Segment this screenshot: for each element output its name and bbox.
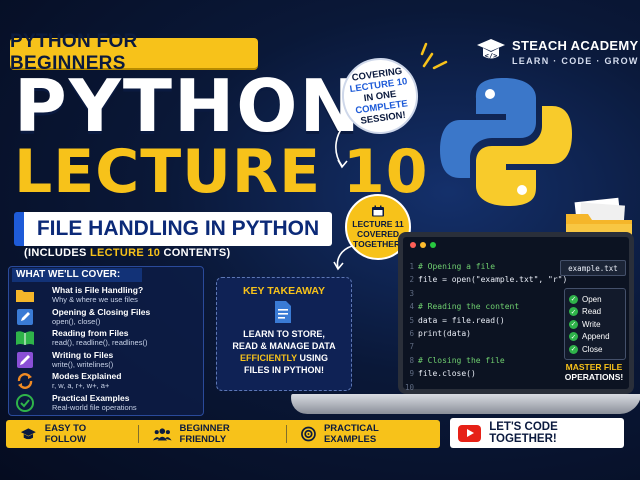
lecture-number: LECTURE 10 [14,137,429,207]
includes-note: (INCLUDES LECTURE 10 CONTENTS) [24,247,231,259]
pencil-icon [14,351,36,369]
takeaway-title: KEY TAKEAWAY [242,285,326,297]
line-number: 1 [409,262,414,271]
code-line: file = open("example.txt", "r") [418,275,568,285]
target-icon [301,426,316,442]
cover-item-title: Reading from Files [52,328,129,338]
file-tab: example.txt [560,260,626,276]
operation-item: ✓ Open [569,294,602,304]
line-number: 9 [409,369,414,379]
operation-item: ✓ Close [569,344,603,354]
cover-item-desc: Why & where we use files [52,295,138,304]
line-number: 7 [409,342,414,352]
cover-item-desc: read(), readline(), readlines() [52,338,148,347]
maximize-dot [430,242,436,248]
code-editor: # Opening a file file = open("example.txt… [418,260,567,394]
operation-item: ✓ Write [569,319,601,329]
laptop-base [288,394,640,414]
edit-icon [14,308,36,326]
cover-item-title: Opening & Closing Files [52,306,151,317]
line-number: 3 [409,288,414,298]
code-line: data = file.read() [418,315,505,325]
cover-item: Opening & Closing Files open(), close() [14,307,200,328]
arrow-decoration [335,119,351,169]
cover-item: Reading from Files read(), readline(), re… [14,328,200,349]
cover-item: Practical Examples Real-world file operat… [14,393,200,414]
line-number: 4 [409,302,414,312]
operations-list: ✓ Open ✓ Read ✓ Write ✓ Append ✓ Close [564,288,626,360]
operation-item: ✓ Append [569,332,610,342]
code-line: # Closing the file [418,355,505,365]
line-number: 10 [404,382,414,392]
line-number: 6 [409,329,414,339]
window-controls [410,242,436,248]
cover-item-title: Writing to Files [52,349,114,360]
master-caption: MASTER FILE OPERATIONS! [564,362,624,382]
topic-banner: FILE HANDLING IN PYTHON [14,212,332,246]
feature-easy: EASY TO FOLLOW [6,420,138,448]
cover-item-desc: open(), close() [52,316,101,326]
book-icon [14,329,36,347]
line-numbers: 1 2 3 4 5 6 7 8 9 10 [404,260,414,394]
users-icon [152,428,172,441]
check-icon: ✓ [569,344,578,354]
graduation-cap-icon [20,428,36,440]
check-icon: ✓ [569,307,578,317]
code-line: # Opening a file [418,262,496,271]
cover-item-desc: Real-world file operations [52,402,137,412]
check-icon: ✓ [569,332,578,342]
sparkle-decoration [420,42,448,70]
cover-item: Writing to Files write(), writelines() [14,350,200,371]
folder-icon [14,286,36,304]
youtube-cta-button[interactable]: LET'S CODE TOGETHER! [450,418,624,448]
feature-beginner: BEGINNER FRIENDLY [139,420,286,448]
operation-item: ✓ Read [569,307,602,317]
svg-text:</>: </> [485,52,498,60]
cover-item-title: Modes Explained [52,371,122,381]
features-bar: EASY TO FOLLOW BEGINNER FRIENDLY PRACTIC… [6,420,440,448]
line-number: 2 [409,275,414,285]
academy-name: STEACH ACADEMY [512,38,639,53]
python-logo-icon [440,78,572,206]
close-dot [410,242,416,248]
takeaway-text: LEARN TO STORE, READ & MANAGE DATA EFFIC… [232,329,336,375]
main-title: PYTHON [14,64,362,148]
line-number: 8 [409,355,414,365]
youtube-play-icon [458,424,482,442]
code-line: # Reading the content [418,302,520,312]
cover-item-desc: r, w, a, r+, w+, a+ [52,381,110,390]
academy-tagline: LEARN · CODE · GROW [512,56,639,66]
line-number: 5 [409,315,414,325]
cover-item-title: What is File Handling? [52,285,144,295]
minimize-dot [420,242,426,248]
check-icon: ✓ [569,319,578,329]
check-icon: ✓ [569,294,578,304]
code-line: print(data) [418,329,471,339]
cover-heading: WHAT WE'LL COVER: [12,268,142,282]
feature-practical: PRACTICAL EXAMPLES [287,420,440,448]
cover-item-desc: write(), writelines() [52,359,114,369]
academy-logo-icon: </> [477,39,505,60]
cover-item: What is File Handling? Why & where we use… [14,285,200,306]
cover-item: Modes Explained r, w, a, r+, w+, a+ [14,371,200,392]
cta-label: LET'S CODE TOGETHER! [489,421,558,445]
cycle-icon [14,372,36,390]
check-circle-icon [14,393,36,412]
cover-item-title: Practical Examples [52,392,130,403]
calendar-icon [372,205,384,217]
code-line: file.close() [418,369,476,379]
document-icon [275,301,291,323]
